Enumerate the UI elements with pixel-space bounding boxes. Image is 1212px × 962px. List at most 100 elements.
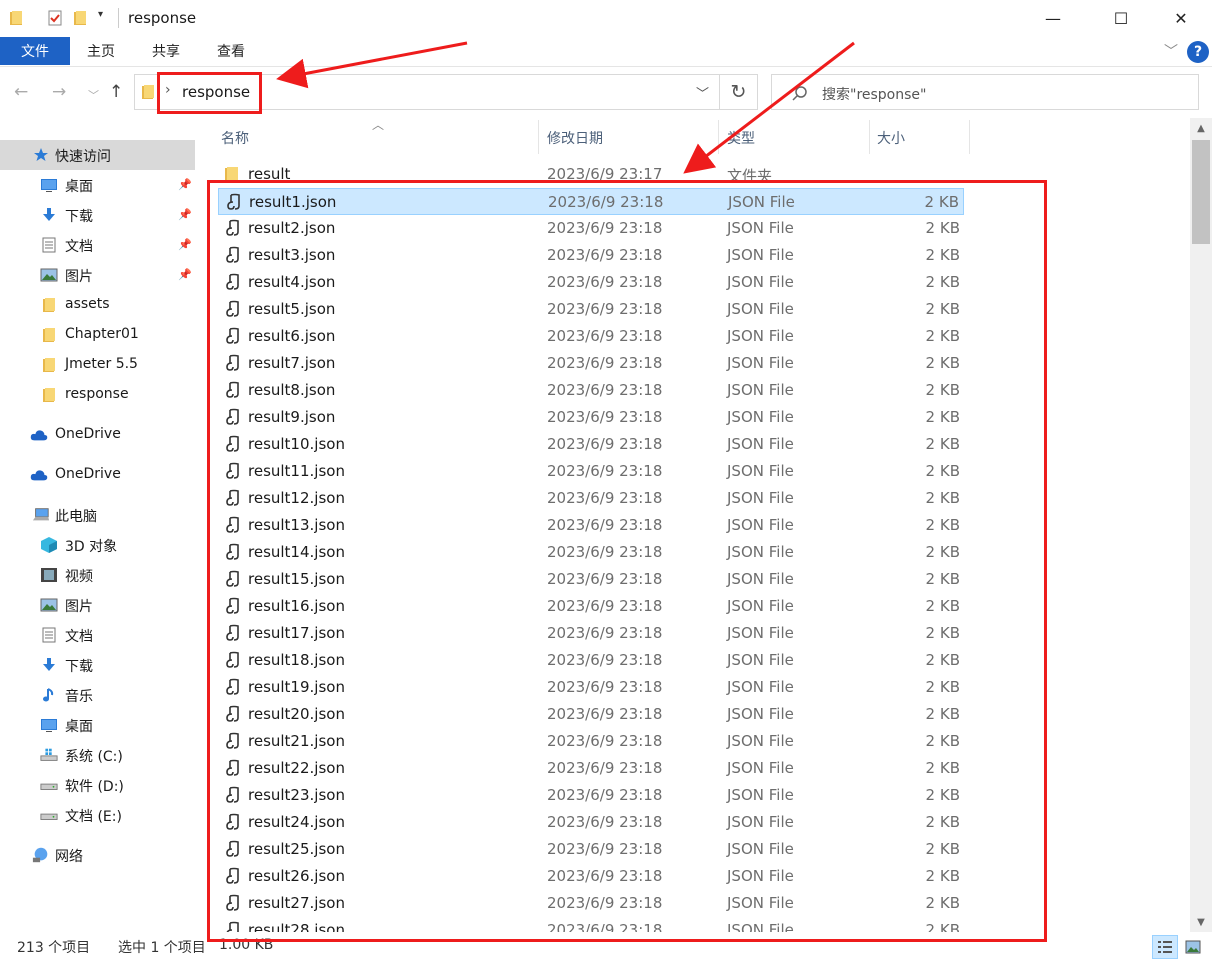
close-button[interactable]: ✕: [1158, 0, 1204, 36]
ribbon: 文件 主页 共享 查看 ﹀ ?: [0, 37, 1212, 67]
window-title: response: [128, 9, 197, 27]
new-folder-icon[interactable]: [72, 9, 90, 27]
column-divider[interactable]: [869, 120, 870, 154]
sidebar-item[interactable]: 网络: [0, 840, 195, 870]
column-header-name[interactable]: 名称: [221, 128, 249, 148]
column-divider[interactable]: [538, 120, 539, 154]
sidebar-item[interactable]: 图片: [0, 590, 195, 620]
sidebar-item[interactable]: 下载: [0, 650, 195, 680]
pin-icon[interactable]: 📌: [178, 208, 192, 221]
chevron-down-icon[interactable]: ﹀: [696, 83, 709, 102]
star-icon: [32, 146, 50, 164]
sidebar-item-label: Jmeter 5.5: [65, 356, 138, 372]
folder-icon: [40, 296, 58, 314]
sidebar-item[interactable]: 此电脑: [0, 500, 195, 530]
cloud-icon: [30, 426, 48, 444]
document-icon: [40, 626, 58, 644]
sidebar-item[interactable]: Jmeter 5.5: [0, 350, 195, 380]
properties-icon[interactable]: [46, 9, 64, 27]
music-icon: [40, 686, 58, 704]
tab-file[interactable]: 文件: [0, 37, 70, 65]
sidebar-item[interactable]: 下载 📌: [0, 200, 195, 230]
tab-view[interactable]: 查看: [217, 37, 245, 65]
folder-icon: [40, 326, 58, 344]
address-highlight-box: [157, 72, 262, 114]
sidebar-item[interactable]: Chapter01: [0, 320, 195, 350]
pin-icon[interactable]: 📌: [178, 178, 192, 191]
sidebar-item[interactable]: 3D 对象: [0, 530, 195, 560]
picture-icon: [40, 596, 58, 614]
sidebar-item-label: assets: [65, 296, 110, 312]
sidebar-item-label: 视频: [65, 569, 93, 585]
recent-locations-icon[interactable]: ﹀: [88, 87, 99, 103]
tab-share[interactable]: 共享: [152, 37, 180, 65]
sidebar-item-label: response: [65, 386, 129, 402]
windows-drive-icon: [40, 746, 58, 764]
title-divider: [118, 8, 119, 28]
sidebar-item[interactable]: OneDrive: [0, 420, 195, 450]
expand-ribbon-icon[interactable]: ﹀: [1164, 41, 1178, 61]
column-divider[interactable]: [718, 120, 719, 154]
sidebar-item-label: 下载: [65, 209, 93, 225]
pin-icon[interactable]: 📌: [178, 238, 192, 251]
sidebar-item[interactable]: 音乐: [0, 680, 195, 710]
column-divider[interactable]: [969, 120, 970, 154]
sidebar-item[interactable]: OneDrive: [0, 460, 195, 490]
forward-button[interactable]: →: [52, 82, 66, 102]
search-input[interactable]: 搜索"response": [771, 74, 1199, 110]
sidebar-item-label: 图片: [65, 269, 93, 285]
file-list-highlight-box: [207, 180, 1047, 942]
column-header-type[interactable]: 类型: [727, 128, 755, 148]
sidebar-item[interactable]: 桌面 📌: [0, 170, 195, 200]
desktop-icon: [40, 716, 58, 734]
sidebar-item-label: 此电脑: [55, 509, 97, 525]
scroll-down-icon[interactable]: ▼: [1190, 912, 1212, 932]
sidebar-item[interactable]: 快速访问: [0, 140, 195, 170]
sidebar-item[interactable]: 视频: [0, 560, 195, 590]
minimize-button[interactable]: —: [1030, 0, 1076, 36]
sidebar-item[interactable]: 文档 📌: [0, 230, 195, 260]
sidebar-item-label: 文档: [65, 239, 93, 255]
column-header-size[interactable]: 大小: [877, 128, 905, 148]
download-icon: [40, 206, 58, 224]
large-icons-view-button[interactable]: [1180, 935, 1206, 959]
tab-home[interactable]: 主页: [87, 37, 115, 65]
sidebar-item[interactable]: 文档: [0, 620, 195, 650]
folder-icon: [142, 85, 154, 99]
picture-icon: [40, 266, 58, 284]
sidebar-item-label: 快速访问: [55, 149, 111, 165]
scroll-thumb[interactable]: [1192, 140, 1210, 244]
maximize-button[interactable]: ☐: [1098, 0, 1144, 36]
vertical-scrollbar[interactable]: ▲ ▼: [1190, 118, 1212, 932]
scroll-up-icon[interactable]: ▲: [1190, 118, 1212, 138]
details-view-icon: [1158, 941, 1172, 953]
sidebar-item-label: OneDrive: [55, 466, 121, 482]
drive-icon: [40, 776, 58, 794]
selection-count: 选中 1 个项目: [118, 940, 206, 956]
sidebar-item[interactable]: 图片 📌: [0, 260, 195, 290]
folder-icon[interactable]: [8, 9, 26, 27]
network-icon: [32, 846, 50, 864]
sidebar-item[interactable]: 系统 (C:): [0, 740, 195, 770]
video-icon: [40, 566, 58, 584]
sidebar-item-label: 音乐: [65, 689, 93, 705]
sidebar-item[interactable]: 桌面: [0, 710, 195, 740]
sidebar-item[interactable]: 文档 (E:): [0, 800, 195, 830]
details-view-button[interactable]: [1152, 935, 1178, 959]
quick-access-dropdown-icon[interactable]: ▾: [98, 9, 103, 20]
sidebar-item[interactable]: assets: [0, 290, 195, 320]
sidebar-item[interactable]: response: [0, 380, 195, 410]
refresh-button[interactable]: ↻: [720, 74, 758, 110]
sidebar-item[interactable]: 软件 (D:): [0, 770, 195, 800]
drive-icon: [40, 806, 58, 824]
document-icon: [40, 236, 58, 254]
pin-icon[interactable]: 📌: [178, 268, 192, 281]
sidebar-item-label: 桌面: [65, 719, 93, 735]
sidebar-item-label: 文档: [65, 629, 93, 645]
sidebar-item-label: 网络: [55, 849, 83, 865]
help-button[interactable]: ?: [1187, 41, 1209, 63]
up-button[interactable]: ↑: [109, 82, 123, 102]
computer-icon: [32, 506, 50, 524]
back-button[interactable]: ←: [14, 82, 28, 102]
column-header-date[interactable]: 修改日期: [547, 128, 603, 148]
